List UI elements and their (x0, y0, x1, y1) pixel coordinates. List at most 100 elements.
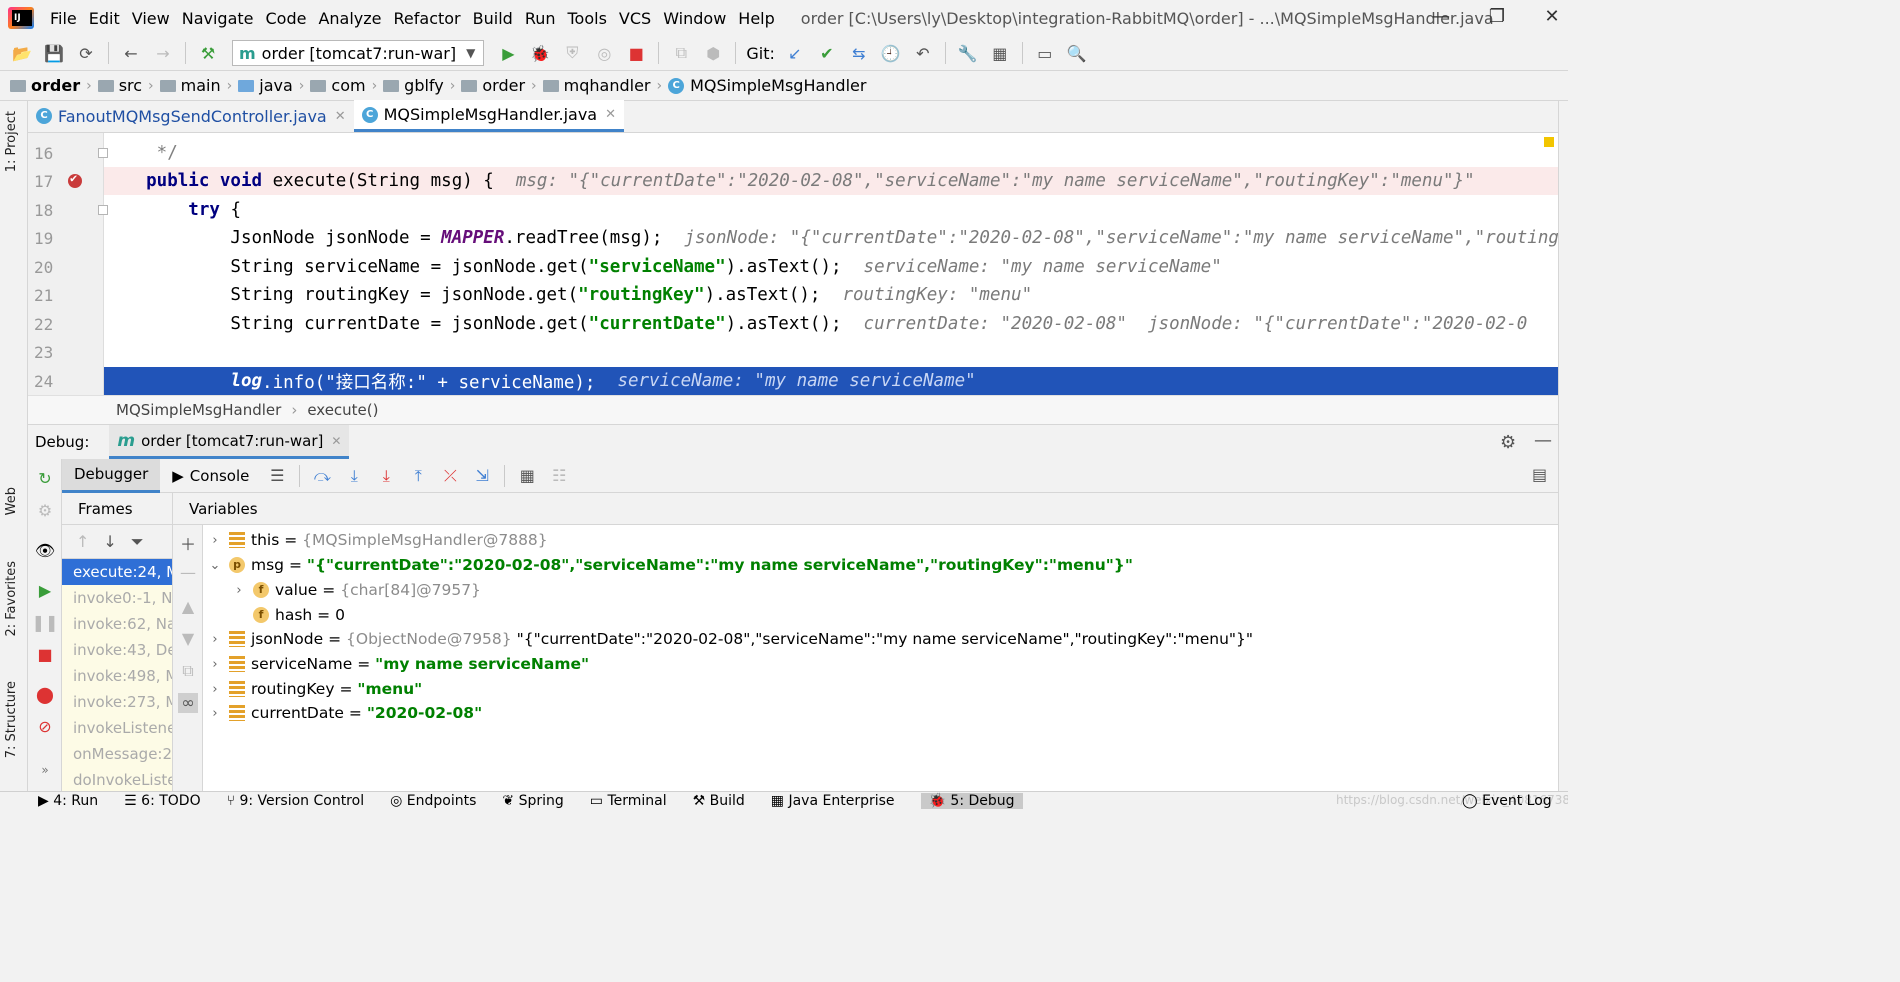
tool-tab-version-control[interactable]: ⑂ 9: Version Control (227, 793, 364, 809)
close-tab-icon[interactable]: ✕ (331, 434, 341, 448)
profile-icon[interactable]: ◎ (591, 40, 617, 66)
menu-run[interactable]: Run (519, 9, 562, 28)
menu-edit[interactable]: Edit (83, 9, 126, 28)
frame-item[interactable]: onMessage:25 (62, 741, 172, 767)
frame-item[interactable]: invokeListener (62, 715, 172, 741)
menu-analyze[interactable]: Analyze (312, 9, 387, 28)
more-icon[interactable]: » (32, 757, 58, 783)
expand-icon[interactable]: › (205, 533, 225, 548)
move-down-icon[interactable]: ▼ (178, 629, 198, 649)
filter-icon[interactable]: ⏷ (131, 532, 144, 552)
menu-refactor[interactable]: Refactor (388, 9, 467, 28)
evaluate-expression-icon[interactable]: ▦ (514, 463, 540, 489)
settings-wrench-icon[interactable]: 🔧 (955, 40, 981, 66)
variable-row[interactable]: › routingKey = "menu" (205, 677, 422, 701)
gear-icon[interactable]: ⚙ (1500, 432, 1516, 453)
breadcrumb-item[interactable]: main (159, 76, 221, 95)
editor-crumb-method[interactable]: execute() (307, 401, 378, 419)
run-to-cursor-icon[interactable]: ⇲ (469, 463, 495, 489)
editor-crumb-class[interactable]: MQSimpleMsgHandler (116, 401, 281, 419)
frame-item[interactable]: invoke:43, Del (62, 637, 172, 663)
view-breakpoints-eye-icon[interactable]: 👁 (32, 537, 58, 563)
settings-icon[interactable]: ⚙ (32, 497, 58, 523)
breakpoints-icon[interactable]: ⬤ (32, 681, 58, 707)
tool-tab-web[interactable]: Web (4, 487, 19, 515)
menu-tools[interactable]: Tools (562, 9, 613, 28)
pause-icon[interactable]: ❚❚ (32, 609, 59, 635)
variable-row[interactable]: › this = {MQSimpleMsgHandler@7888} (205, 528, 547, 552)
menu-navigate[interactable]: Navigate (176, 9, 260, 28)
tool-tab-terminal[interactable]: ▭ Terminal (590, 793, 667, 809)
tool-tab-project[interactable]: 1: Project (4, 111, 19, 172)
breadcrumb-item[interactable]: C MQSimpleMsgHandler (668, 76, 866, 95)
git-compare-icon[interactable]: ⇆ (846, 40, 872, 66)
expand-icon[interactable]: › (229, 583, 249, 598)
expand-icon[interactable]: › (205, 632, 225, 647)
drop-frame-icon[interactable]: ⤫ (437, 463, 463, 489)
stop-icon[interactable]: ■ (623, 40, 649, 66)
tool-tab-build[interactable]: ⚒ Build (693, 793, 745, 809)
variable-row[interactable]: › serviceName = "my name serviceName" (205, 652, 589, 676)
close-tab-icon[interactable]: ✕ (605, 107, 616, 122)
open-folder-icon[interactable]: 📂 (9, 40, 35, 66)
remove-watch-icon[interactable]: — (178, 563, 198, 583)
arrow-up-icon[interactable]: ↑ (76, 532, 89, 551)
save-all-icon[interactable]: 💾 (41, 40, 67, 66)
tab-mqsimple-handler[interactable]: C MQSimpleMsgHandler.java ✕ (353, 100, 624, 132)
close-tab-icon[interactable]: ✕ (335, 109, 346, 124)
frame-item[interactable]: execute:24, M (62, 559, 172, 585)
layout-icon[interactable]: ▤ (1532, 465, 1547, 484)
resume-icon[interactable]: ▶ (32, 577, 58, 603)
menu-file[interactable]: File (44, 9, 83, 28)
run-config-select[interactable]: m order [tomcat7:run-war] ▼ (232, 40, 485, 66)
tool-tab-spring[interactable]: ❦ Spring (502, 793, 563, 809)
step-into-icon[interactable]: ⤓ (341, 463, 367, 489)
fold-marker-icon[interactable] (98, 205, 108, 215)
terminal-window-icon[interactable]: ▭ (1032, 40, 1058, 66)
run-icon[interactable]: ▶ (495, 40, 521, 66)
tool-tab-favorites[interactable]: 2: Favorites (4, 561, 19, 637)
frame-item[interactable]: invoke0:-1, Na (62, 585, 172, 611)
variable-row[interactable]: › currentDate = "2020-02-08" (205, 701, 482, 725)
variable-row[interactable]: f hash = 0 (229, 603, 345, 627)
close-icon[interactable]: ✕ (1537, 6, 1567, 30)
menu-view[interactable]: View (126, 9, 176, 28)
expand-icon[interactable]: › (205, 682, 225, 697)
tool-tab-structure[interactable]: 7: Structure (4, 681, 19, 758)
arrow-down-icon[interactable]: ↓ (103, 532, 116, 551)
tab-console[interactable]: ▶ Console (160, 459, 261, 493)
breadcrumb-item[interactable]: order (461, 76, 525, 95)
frame-item[interactable]: invoke:273, M (62, 689, 172, 715)
variable-row[interactable]: ⌄ p msg = "{"currentDate":"2020-02-08","s… (205, 553, 1133, 577)
code-editor[interactable]: */ public void execute(String msg) {msg:… (28, 133, 1558, 395)
expand-icon[interactable]: › (205, 706, 225, 721)
tool-tab-debug[interactable]: 🐞 5: Debug (920, 793, 1023, 809)
attach-icon[interactable]: ⧉ (668, 40, 694, 66)
deploy-icon[interactable]: ⬢ (700, 40, 726, 66)
move-up-icon[interactable]: ▲ (178, 597, 198, 617)
force-step-into-icon[interactable]: ⤓ (373, 463, 399, 489)
rerun-icon[interactable]: ↻ (32, 465, 58, 491)
stop-icon[interactable]: ■ (32, 641, 58, 667)
tool-tab-event-log[interactable]: ◯ Event Log (1462, 793, 1552, 809)
sync-icon[interactable]: ⟳ (73, 40, 99, 66)
menu-build[interactable]: Build (467, 9, 519, 28)
frame-item[interactable]: doInvokeListe (62, 767, 172, 791)
step-out-icon[interactable]: ⤒ (405, 463, 431, 489)
tab-debugger[interactable]: Debugger (62, 458, 161, 493)
collapse-icon[interactable]: ⌄ (205, 558, 225, 573)
breadcrumb-item[interactable]: src (97, 76, 142, 95)
hide-panel-icon[interactable]: — (1534, 430, 1552, 451)
menu-vcs[interactable]: VCS (613, 9, 657, 28)
frame-item[interactable]: invoke:498, M (62, 663, 172, 689)
frame-item[interactable]: invoke:62, Nat (62, 611, 172, 637)
menu-window[interactable]: Window (657, 9, 732, 28)
back-icon[interactable]: ← (118, 40, 144, 66)
restore-icon[interactable]: ❐ (1482, 6, 1512, 30)
variable-row[interactable]: › jsonNode = {ObjectNode@7958} "{"curren… (205, 627, 1253, 651)
git-update-icon[interactable]: ↙ (782, 40, 808, 66)
tool-tab-endpoints[interactable]: ◎ Endpoints (390, 793, 476, 809)
warning-marker-icon[interactable] (1544, 137, 1554, 147)
menu-help[interactable]: Help (732, 9, 780, 28)
breadcrumb-item[interactable]: com (310, 76, 366, 95)
